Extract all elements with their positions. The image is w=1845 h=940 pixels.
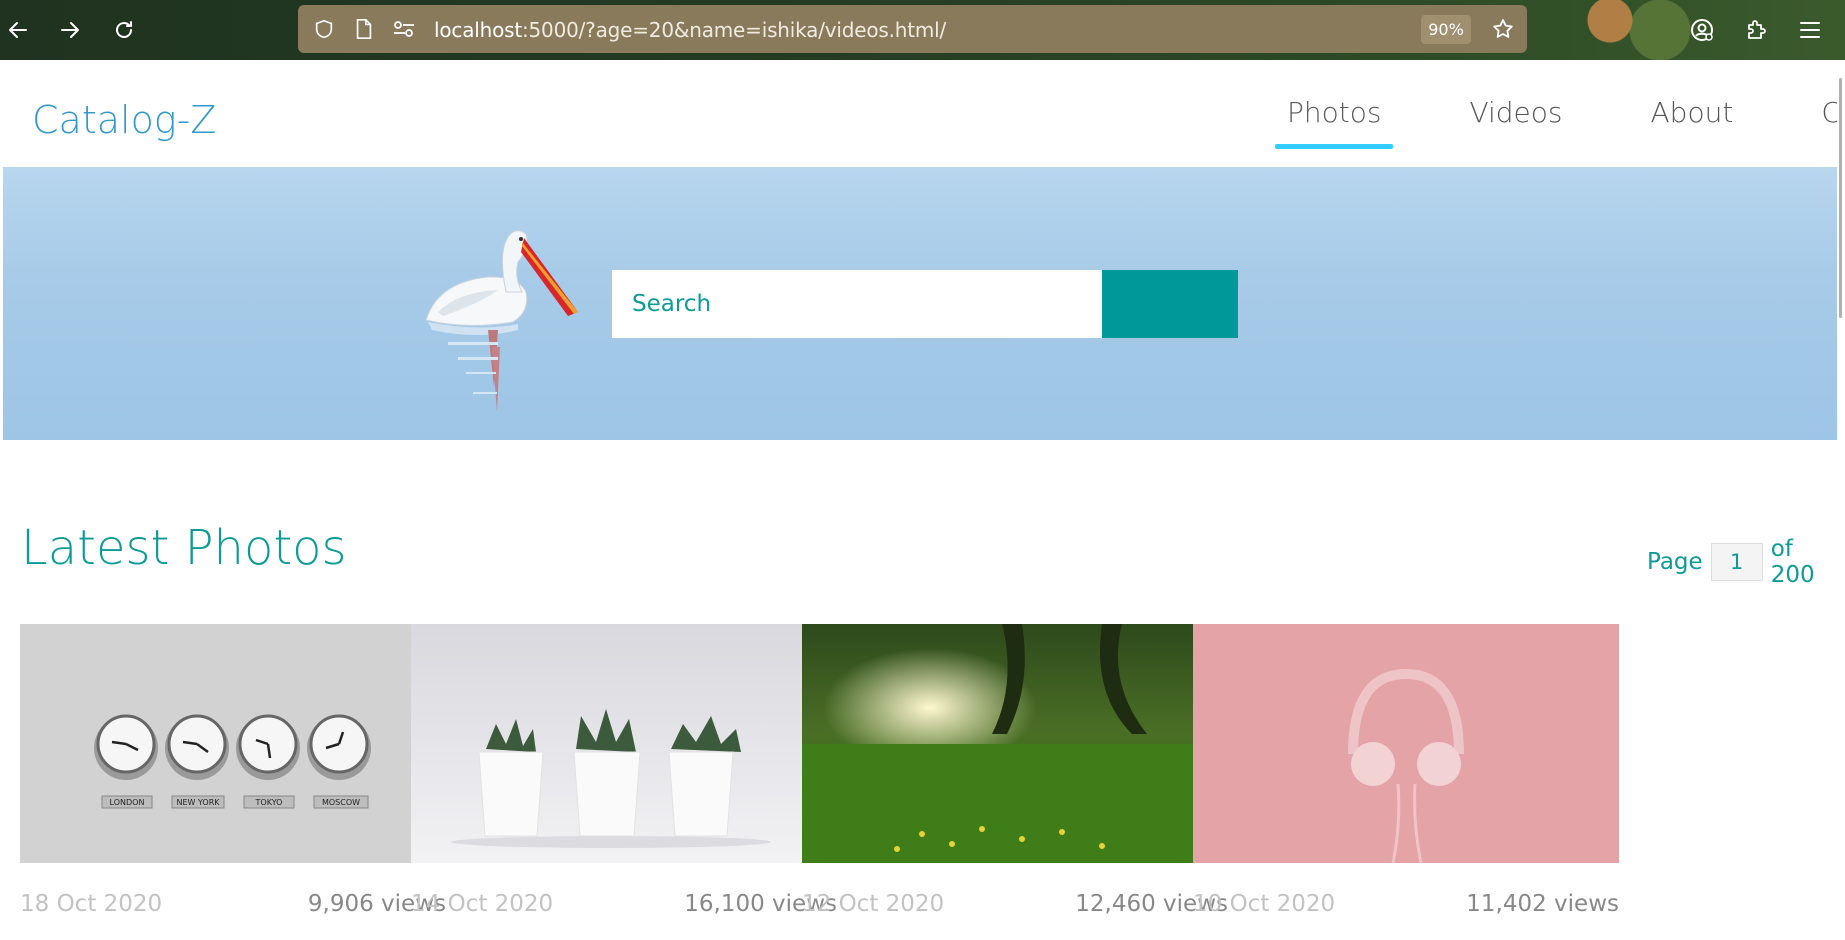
- main-nav: Photos Videos About Contact: [1275, 96, 1840, 149]
- section-title: Latest Photos: [21, 520, 347, 576]
- web-page: Catalog-Z Photos Videos About Contact: [3, 60, 1840, 940]
- forward-arrow-icon[interactable]: [52, 12, 88, 48]
- photo-date: 10 Oct 2020: [1193, 891, 1336, 917]
- photo-views: 11,402 views: [1466, 891, 1619, 917]
- photo-thumbnail[interactable]: LONDON NEW YORK TOKYO MOSCOW: [20, 624, 446, 863]
- account-icon[interactable]: [1684, 12, 1720, 48]
- page-number-input[interactable]: 1: [1710, 543, 1763, 581]
- page-icon: [352, 17, 376, 41]
- clock-label-new-york: NEW YORK: [176, 798, 220, 807]
- photo-thumbnail[interactable]: [802, 624, 1228, 863]
- nav-item-photos[interactable]: Photos: [1275, 96, 1394, 149]
- page-scrollbar[interactable]: [1837, 60, 1845, 940]
- search-input[interactable]: [612, 270, 1102, 338]
- reload-icon[interactable]: [106, 12, 142, 48]
- extensions-icon[interactable]: [1738, 12, 1774, 48]
- url-text[interactable]: localhost:5000/?age=20&name=ishika/video…: [434, 18, 946, 42]
- url-host: localhost: [434, 18, 522, 42]
- photo-date: 12 Oct 2020: [802, 891, 945, 917]
- zoom-level-badge[interactable]: 90%: [1421, 15, 1471, 44]
- address-bar[interactable]: localhost:5000/?age=20&name=ishika/video…: [298, 5, 1527, 53]
- photo-card[interactable]: 12 Oct 2020 12,460 views: [802, 624, 1228, 917]
- photo-card[interactable]: 10 Oct 2020 11,402 views: [1193, 624, 1619, 917]
- pagination: Page 1 of 200: [1647, 536, 1840, 588]
- clock-label-moscow: MOSCOW: [322, 798, 360, 807]
- scrollbar-thumb[interactable]: [1839, 78, 1842, 318]
- menu-icon[interactable]: [1792, 12, 1828, 48]
- nav-item-videos[interactable]: Videos: [1457, 96, 1574, 149]
- photo-thumbnail[interactable]: [411, 624, 837, 863]
- url-path: :5000/?age=20&name=ishika/videos.html/: [521, 18, 947, 42]
- photo-card[interactable]: LONDON NEW YORK TOKYO MOSCOW 18 Oct 2020…: [20, 624, 446, 917]
- photo-thumbnail[interactable]: [1193, 624, 1619, 863]
- photo-date: 18 Oct 2020: [20, 891, 163, 917]
- bookmark-star-icon[interactable]: [1491, 17, 1515, 41]
- nav-item-about[interactable]: About: [1639, 96, 1746, 149]
- back-arrow-icon[interactable]: [0, 12, 36, 48]
- hero-banner: [3, 167, 1840, 440]
- browser-toolbar: localhost:5000/?age=20&name=ishika/video…: [0, 0, 1845, 60]
- pager-prefix: Page: [1647, 549, 1703, 575]
- brand-logo[interactable]: Catalog-Z: [32, 98, 216, 142]
- clock-label-london: LONDON: [110, 798, 145, 807]
- photo-card[interactable]: 14 Oct 2020 16,100 views: [411, 624, 837, 917]
- nav-item-contact[interactable]: Contact: [1809, 96, 1840, 149]
- photo-date: 14 Oct 2020: [411, 891, 554, 917]
- clock-label-tokyo: TOKYO: [255, 798, 283, 807]
- shield-icon[interactable]: [312, 17, 336, 41]
- pager-suffix: of 200: [1770, 536, 1815, 588]
- search-button[interactable]: [1102, 270, 1238, 338]
- pelican-image: [425, 230, 578, 412]
- site-settings-icon[interactable]: [392, 17, 416, 41]
